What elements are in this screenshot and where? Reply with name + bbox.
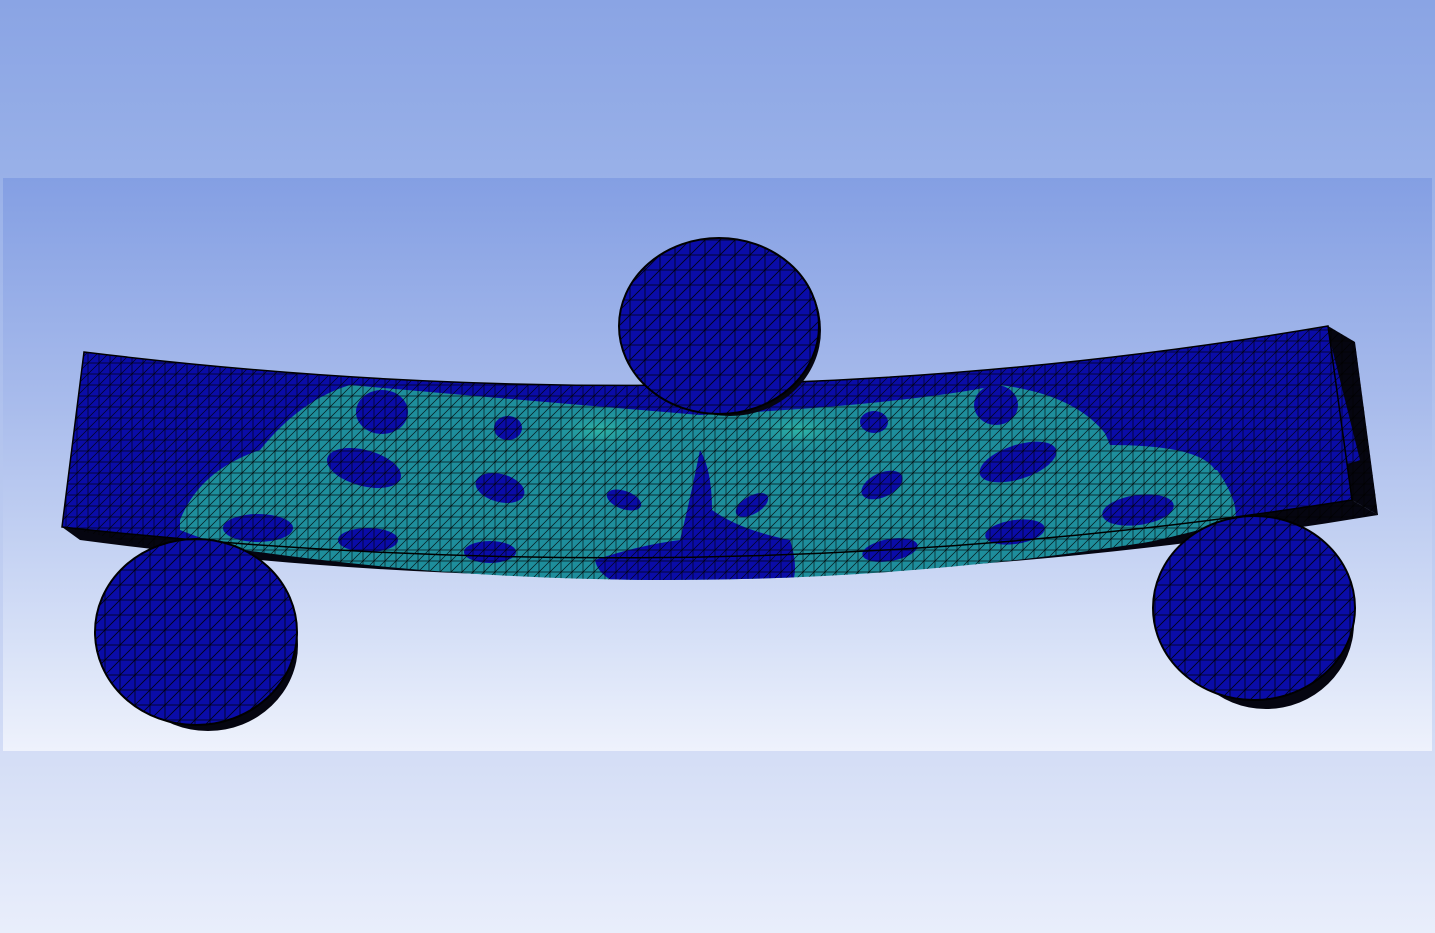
support-roller-left[interactable] — [94, 538, 298, 731]
graphics-viewport[interactable] — [0, 0, 1435, 933]
fea-model-scene[interactable] — [0, 0, 1435, 933]
support-roller-right[interactable] — [1152, 515, 1356, 709]
cylinder-roller-icon[interactable] — [618, 237, 821, 416]
